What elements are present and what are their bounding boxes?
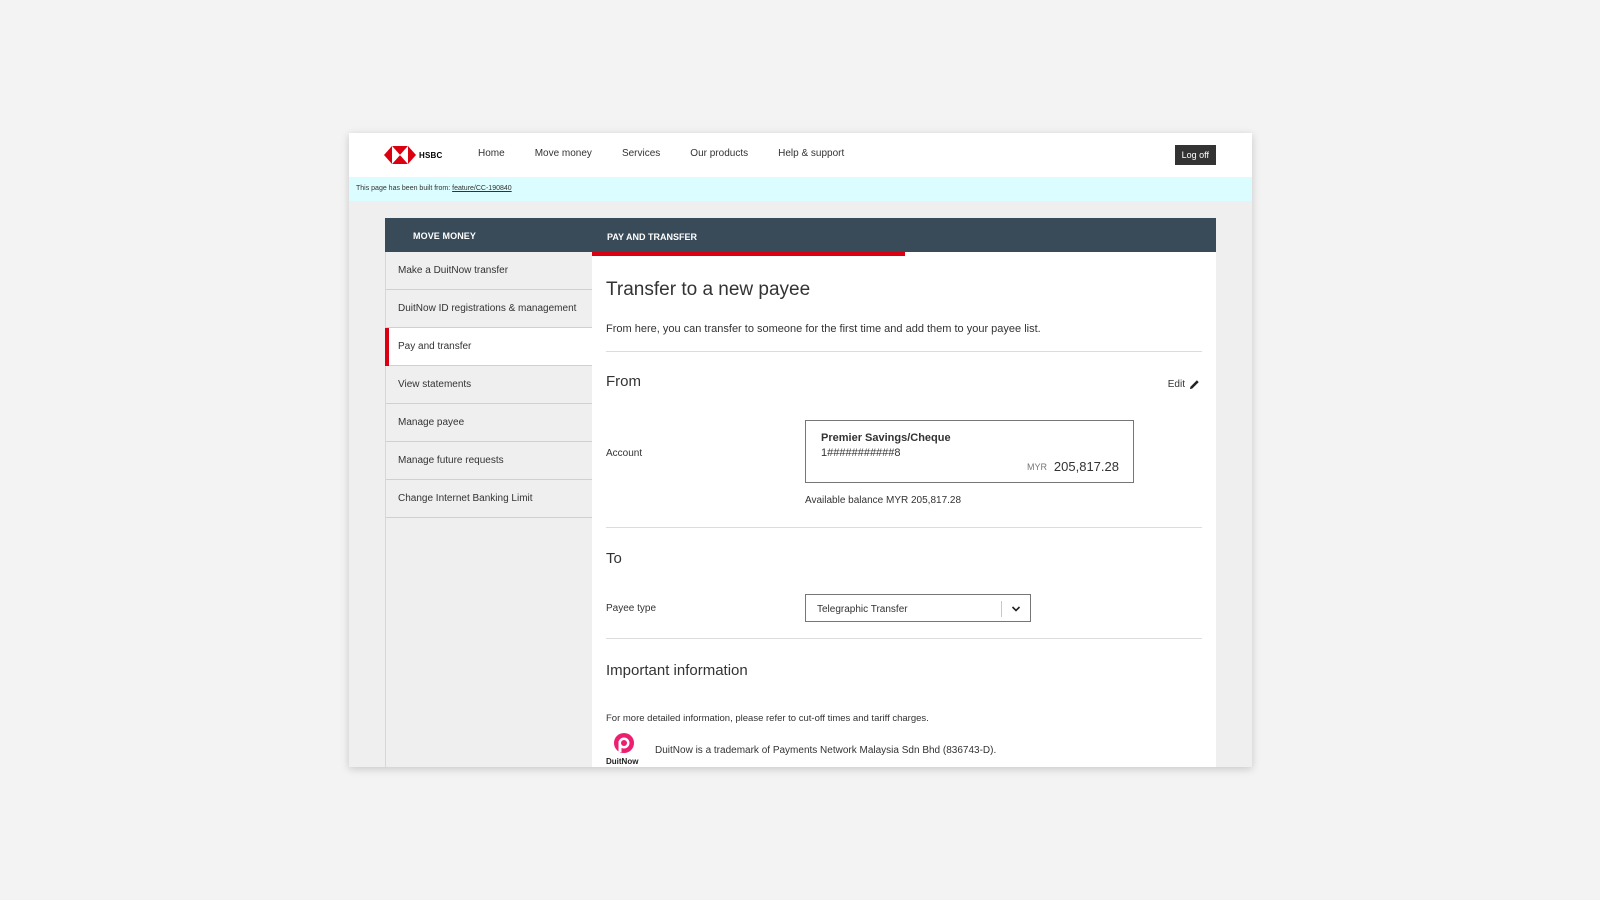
- hsbc-logo[interactable]: HSBC: [384, 146, 442, 164]
- chevron-down-icon: [1011, 606, 1021, 612]
- sidebar: Make a DuitNow transfer DuitNow ID regis…: [385, 252, 592, 767]
- hsbc-hexagon-icon: [384, 146, 416, 164]
- build-info-bar: This page has been built from: feature/C…: [349, 177, 1252, 201]
- page-title: Transfer to a new payee: [606, 279, 811, 300]
- sidebar-item-view-statements[interactable]: View statements: [386, 366, 592, 404]
- main-content: Transfer to a new payee From here, you c…: [592, 252, 1216, 767]
- sidebar-item-duitnow-id[interactable]: DuitNow ID registrations & management: [386, 290, 592, 328]
- duitnow-logo-text: DuitNow: [606, 757, 639, 766]
- sidebar-item-manage-payee[interactable]: Manage payee: [386, 404, 592, 442]
- edit-label: Edit: [1167, 379, 1185, 390]
- build-branch-link[interactable]: feature/CC-190840: [452, 185, 512, 192]
- divider: [606, 351, 1202, 352]
- duitnow-trademark-text: DuitNow is a trademark of Payments Netwo…: [655, 745, 997, 756]
- account-label: Account: [606, 448, 643, 459]
- payee-type-value: Telegraphic Transfer: [817, 604, 908, 615]
- nav-home[interactable]: Home: [478, 148, 505, 159]
- section-header: MOVE MONEY PAY AND TRANSFER: [385, 218, 1216, 252]
- important-heading: Important information: [606, 662, 748, 679]
- nav-help-support[interactable]: Help & support: [778, 148, 844, 159]
- account-name: Premier Savings/Cheque: [821, 432, 951, 444]
- duitnow-logo-icon: DuitNow: [606, 733, 639, 766]
- to-heading: To: [606, 550, 622, 567]
- from-heading: From: [606, 373, 641, 390]
- account-selector[interactable]: Premier Savings/Cheque 1###########8 MYR…: [805, 420, 1134, 483]
- active-tab-indicator: [592, 252, 905, 256]
- account-number: 1###########8: [821, 447, 901, 459]
- available-balance: Available balance MYR 205,817.28: [805, 495, 962, 506]
- build-info-text: This page has been built from:: [356, 185, 453, 192]
- select-divider: [1001, 601, 1002, 617]
- sidebar-item-pay-and-transfer[interactable]: Pay and transfer: [385, 328, 592, 366]
- sidebar-item-banking-limit[interactable]: Change Internet Banking Limit: [386, 480, 592, 518]
- account-currency: MYR: [1027, 462, 1047, 472]
- page-intro: From here, you can transfer to someone f…: [606, 323, 1041, 335]
- important-info-text: For more detailed information, please re…: [606, 713, 929, 724]
- sidebar-header-title: MOVE MONEY: [413, 231, 477, 241]
- divider: [606, 527, 1202, 528]
- brand-name: HSBC: [419, 150, 443, 160]
- payee-type-label: Payee type: [606, 603, 657, 614]
- main-nav: Home Move money Services Our products He…: [478, 148, 874, 159]
- account-balance: 205,817.28: [1053, 459, 1119, 474]
- browser-window: HSBC Home Move money Services Our produc…: [349, 133, 1252, 767]
- sidebar-item-future-requests[interactable]: Manage future requests: [386, 442, 592, 480]
- sidebar-item-duitnow-transfer[interactable]: Make a DuitNow transfer: [386, 252, 592, 290]
- nav-our-products[interactable]: Our products: [690, 148, 748, 159]
- logoff-button[interactable]: Log off: [1174, 145, 1216, 165]
- pencil-icon: [1189, 380, 1199, 390]
- divider: [606, 638, 1202, 639]
- nav-move-money[interactable]: Move money: [535, 148, 592, 159]
- top-navigation: HSBC Home Move money Services Our produc…: [349, 133, 1252, 177]
- edit-button[interactable]: Edit: [1168, 379, 1200, 390]
- payee-type-select[interactable]: Telegraphic Transfer: [805, 594, 1031, 622]
- main-header-title: PAY AND TRANSFER: [607, 232, 698, 242]
- nav-services[interactable]: Services: [622, 148, 660, 159]
